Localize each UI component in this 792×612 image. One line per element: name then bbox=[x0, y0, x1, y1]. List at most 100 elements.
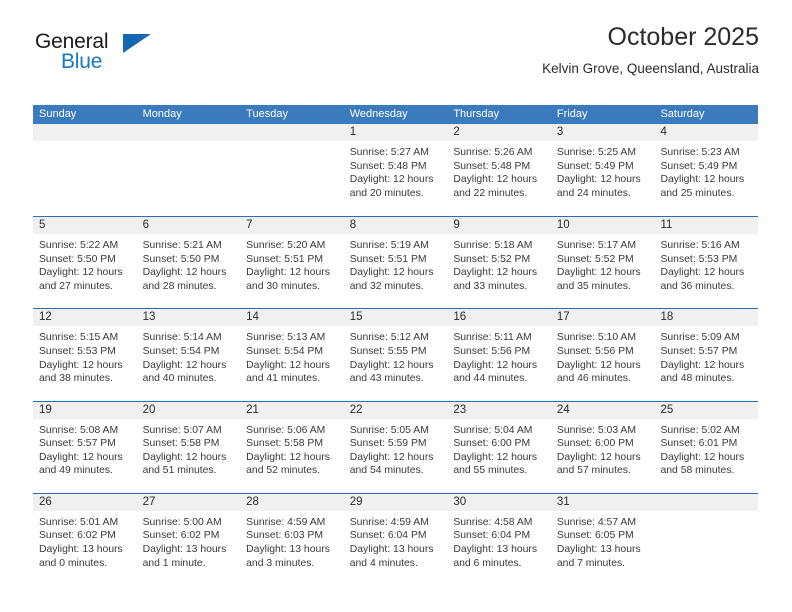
daylight-text-line1: Daylight: 12 hours bbox=[246, 359, 330, 371]
day-details: Sunrise: 4:58 AM Sunset: 6:04 PM Daylight:… bbox=[447, 511, 551, 570]
day-cell-27[interactable]: 27 Sunrise: 5:00 AM Sunset: 6:02 PM Dayligh… bbox=[136, 493, 241, 585]
triangle-icon bbox=[123, 34, 151, 53]
daylight-text-line1: Daylight: 12 hours bbox=[142, 451, 227, 463]
calendar-week-row: 12 Sunrise: 5:15 AM Sunset: 5:53 PM Dayligh… bbox=[33, 308, 759, 400]
day-number-band: 19 bbox=[33, 401, 137, 419]
day-cell-8[interactable]: 8 Sunrise: 5:19 AM Sunset: 5:51 PM Daylight… bbox=[343, 217, 448, 308]
sunrise-text: Sunrise: 5:26 AM bbox=[453, 147, 533, 158]
day-cell-18[interactable]: 18 Sunrise: 5:09 AM Sunset: 5:57 PM Dayligh… bbox=[654, 309, 759, 400]
sunset-text: Sunset: 5:53 PM bbox=[39, 345, 116, 357]
weekday-header-wednesday: Wednesday bbox=[349, 108, 408, 120]
daylight-text-line1: Daylight: 12 hours bbox=[349, 267, 434, 279]
day-number: 8 bbox=[349, 219, 357, 232]
sunset-text: Sunset: 5:50 PM bbox=[39, 253, 116, 265]
day-cell-24[interactable]: 24 Sunrise: 5:03 AM Sunset: 6:00 PM Dayligh… bbox=[550, 401, 655, 493]
sunrise-text: Sunrise: 5:06 AM bbox=[246, 424, 326, 436]
day-cell-25[interactable]: 25 Sunrise: 5:02 AM Sunset: 6:01 PM Dayligh… bbox=[654, 401, 759, 493]
day-number-band: 15 bbox=[343, 309, 448, 327]
day-cell-19[interactable]: 19 Sunrise: 5:08 AM Sunset: 5:57 PM Dayligh… bbox=[33, 401, 137, 493]
day-number: 22 bbox=[349, 403, 363, 416]
day-cell-20[interactable]: 20 Sunrise: 5:07 AM Sunset: 5:58 PM Dayligh… bbox=[136, 401, 241, 493]
daylight-text-line1: Daylight: 12 hours bbox=[142, 267, 227, 279]
day-number-band: 31 bbox=[550, 493, 655, 511]
day-cell-1[interactable]: 1 Sunrise: 5:27 AM Sunset: 5:48 PM Daylight… bbox=[343, 124, 448, 216]
weekday-header-saturday: Saturday bbox=[660, 108, 705, 120]
day-cell-31[interactable]: 31 Sunrise: 4:57 AM Sunset: 6:05 PM Dayligh… bbox=[550, 493, 655, 585]
day-cell-2[interactable]: 2 Sunrise: 5:26 AM Sunset: 5:48 PM Daylight… bbox=[447, 124, 551, 216]
sunset-text: Sunset: 5:51 PM bbox=[246, 253, 323, 265]
sunrise-text: Sunrise: 5:03 AM bbox=[556, 424, 637, 436]
day-details: Sunrise: 5:22 AM Sunset: 5:50 PM Daylight:… bbox=[33, 234, 137, 293]
day-number: 11 bbox=[660, 219, 673, 232]
sunset-text: Sunset: 6:02 PM bbox=[39, 530, 116, 542]
daylight-text-line1: Daylight: 12 hours bbox=[453, 267, 538, 279]
day-cell-29[interactable]: 29 Sunrise: 4:59 AM Sunset: 6:04 PM Dayligh… bbox=[343, 493, 448, 585]
weekday-header-tuesday: Tuesday bbox=[246, 108, 288, 120]
sunset-text: Sunset: 6:05 PM bbox=[556, 530, 634, 542]
daylight-text-line2: and 51 minutes. bbox=[142, 465, 217, 477]
day-cell-empty bbox=[654, 493, 759, 585]
day-cell-23[interactable]: 23 Sunrise: 5:04 AM Sunset: 6:00 PM Dayligh… bbox=[447, 401, 551, 493]
day-number: 5 bbox=[39, 219, 46, 232]
day-cell-9[interactable]: 9 Sunrise: 5:18 AM Sunset: 5:52 PM Daylight… bbox=[447, 217, 551, 308]
day-cell-22[interactable]: 22 Sunrise: 5:05 AM Sunset: 5:59 PM Dayligh… bbox=[343, 401, 448, 493]
day-number-band: 6 bbox=[136, 217, 241, 235]
day-number-band: 4 bbox=[654, 124, 759, 141]
day-cell-17[interactable]: 17 Sunrise: 5:10 AM Sunset: 5:56 PM Dayligh… bbox=[550, 309, 655, 400]
day-cell-15[interactable]: 15 Sunrise: 5:12 AM Sunset: 5:55 PM Dayligh… bbox=[343, 309, 448, 400]
sunset-text: Sunset: 6:04 PM bbox=[453, 530, 531, 542]
sunrise-text: Sunrise: 5:07 AM bbox=[142, 424, 222, 436]
calendar-page: General Blue October 2025 Kelvin Grove, … bbox=[0, 0, 792, 612]
day-cell-4[interactable]: 4 Sunrise: 5:23 AM Sunset: 5:49 PM Daylight… bbox=[654, 124, 759, 216]
day-cell-10[interactable]: 10 Sunrise: 5:17 AM Sunset: 5:52 PM Dayligh… bbox=[550, 217, 655, 308]
day-number: 1 bbox=[349, 126, 357, 138]
day-details: Sunrise: 5:20 AM Sunset: 5:51 PM Daylight:… bbox=[240, 234, 344, 293]
sunrise-text: Sunrise: 5:19 AM bbox=[349, 240, 429, 252]
sunset-text: Sunset: 6:00 PM bbox=[453, 438, 531, 450]
day-cell-6[interactable]: 6 Sunrise: 5:21 AM Sunset: 5:50 PM Daylight… bbox=[136, 217, 241, 308]
day-cell-3[interactable]: 3 Sunrise: 5:25 AM Sunset: 5:49 PM Daylight… bbox=[550, 124, 655, 216]
sunrise-text: Sunrise: 5:04 AM bbox=[453, 424, 533, 436]
sunset-text: Sunset: 5:49 PM bbox=[660, 160, 738, 172]
day-details: Sunrise: 5:14 AM Sunset: 5:54 PM Daylight:… bbox=[137, 326, 241, 385]
day-cell-16[interactable]: 16 Sunrise: 5:11 AM Sunset: 5:56 PM Dayligh… bbox=[447, 309, 551, 400]
day-details: Sunrise: 5:26 AM Sunset: 5:48 PM Daylight:… bbox=[447, 141, 551, 200]
day-cell-21[interactable]: 21 Sunrise: 5:06 AM Sunset: 5:58 PM Dayligh… bbox=[240, 401, 344, 493]
calendar-grid: Sunday Monday Tuesday Wednesday Thursday Frid… bbox=[33, 105, 759, 585]
day-number-band: 30 bbox=[447, 493, 551, 511]
weekday-header-thursday: Thursday bbox=[453, 108, 500, 120]
day-cell-28[interactable]: 28 Sunrise: 4:59 AM Sunset: 6:03 PM Dayligh… bbox=[240, 493, 344, 585]
day-details: Sunrise: 5:15 AM Sunset: 5:53 PM Daylight:… bbox=[33, 326, 137, 385]
sunset-text: Sunset: 5:58 PM bbox=[246, 438, 323, 450]
day-cell-5[interactable]: 5 Sunrise: 5:22 AM Sunset: 5:50 PM Daylight… bbox=[33, 217, 137, 308]
day-number: 31 bbox=[556, 495, 570, 508]
daylight-text-line1: Daylight: 12 hours bbox=[349, 174, 434, 186]
day-cell-14[interactable]: 14 Sunrise: 5:13 AM Sunset: 5:54 PM Dayligh… bbox=[240, 309, 344, 400]
daylight-text-line1: Daylight: 12 hours bbox=[453, 174, 538, 186]
day-number: 12 bbox=[39, 311, 52, 324]
day-number-band: 16 bbox=[447, 309, 551, 327]
day-details: Sunrise: 4:57 AM Sunset: 6:05 PM Daylight:… bbox=[551, 511, 655, 570]
day-cell-26[interactable]: 26 Sunrise: 5:01 AM Sunset: 6:02 PM Dayligh… bbox=[33, 493, 137, 585]
sunrise-text: Sunrise: 5:16 AM bbox=[660, 240, 740, 252]
daylight-text-line1: Daylight: 12 hours bbox=[246, 451, 330, 463]
daylight-text-line2: and 40 minutes. bbox=[142, 373, 217, 385]
sunrise-text: Sunrise: 5:18 AM bbox=[453, 240, 533, 252]
day-number: 10 bbox=[556, 219, 570, 232]
sunrise-text: Sunrise: 4:59 AM bbox=[246, 516, 326, 528]
day-cell-11[interactable]: 11 Sunrise: 5:16 AM Sunset: 5:53 PM Dayligh… bbox=[654, 217, 759, 308]
day-details: Sunrise: 5:17 AM Sunset: 5:52 PM Daylight:… bbox=[551, 234, 655, 293]
sunset-text: Sunset: 5:53 PM bbox=[660, 253, 738, 265]
day-cell-30[interactable]: 30 Sunrise: 4:58 AM Sunset: 6:04 PM Dayligh… bbox=[447, 493, 551, 585]
calendar-week-row: 1 Sunrise: 5:27 AM Sunset: 5:48 PM Daylight… bbox=[33, 124, 759, 216]
day-number: 14 bbox=[246, 311, 259, 324]
day-number-band: 22 bbox=[343, 401, 448, 419]
day-number: 28 bbox=[246, 495, 259, 508]
weekday-header-monday: Monday bbox=[142, 108, 182, 120]
day-cell-7[interactable]: 7 Sunrise: 5:20 AM Sunset: 5:51 PM Daylight… bbox=[240, 217, 344, 308]
day-details: Sunrise: 5:10 AM Sunset: 5:56 PM Daylight:… bbox=[551, 326, 655, 385]
generalblue-logo[interactable]: General Blue bbox=[33, 30, 233, 86]
day-number-band bbox=[136, 124, 241, 141]
day-cell-12[interactable]: 12 Sunrise: 5:15 AM Sunset: 5:53 PM Dayligh… bbox=[33, 309, 137, 400]
day-cell-13[interactable]: 13 Sunrise: 5:14 AM Sunset: 5:54 PM Dayligh… bbox=[136, 309, 241, 400]
